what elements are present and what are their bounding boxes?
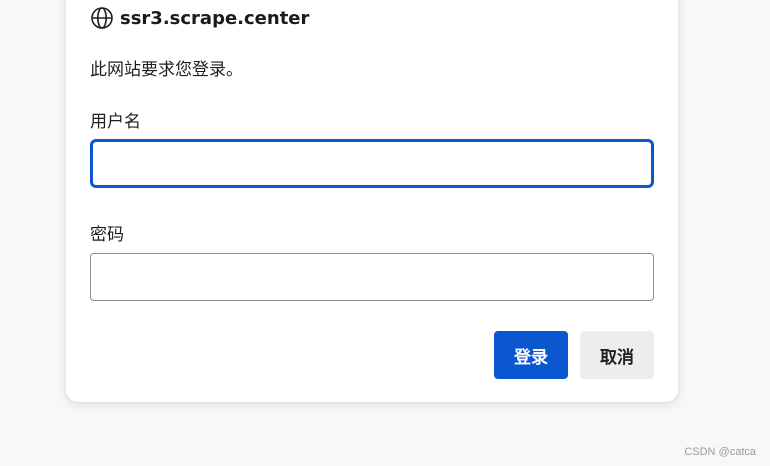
cancel-button[interactable]: 取消 <box>580 331 654 379</box>
globe-icon <box>90 6 114 30</box>
password-input[interactable] <box>90 253 654 301</box>
site-header: ssr3.scrape.center <box>90 6 309 30</box>
login-button[interactable]: 登录 <box>494 331 568 379</box>
watermark: CSDN @catca <box>684 446 756 458</box>
site-name: ssr3.scrape.center <box>120 7 310 29</box>
password-label: 密码 <box>90 225 124 245</box>
login-dialog: ssr3.scrape.center 此网站要求您登录。 用户名 密码 登录 取… <box>66 0 678 402</box>
username-label: 用户名 <box>90 112 141 132</box>
username-input[interactable] <box>90 139 654 188</box>
login-prompt: 此网站要求您登录。 <box>90 60 243 80</box>
